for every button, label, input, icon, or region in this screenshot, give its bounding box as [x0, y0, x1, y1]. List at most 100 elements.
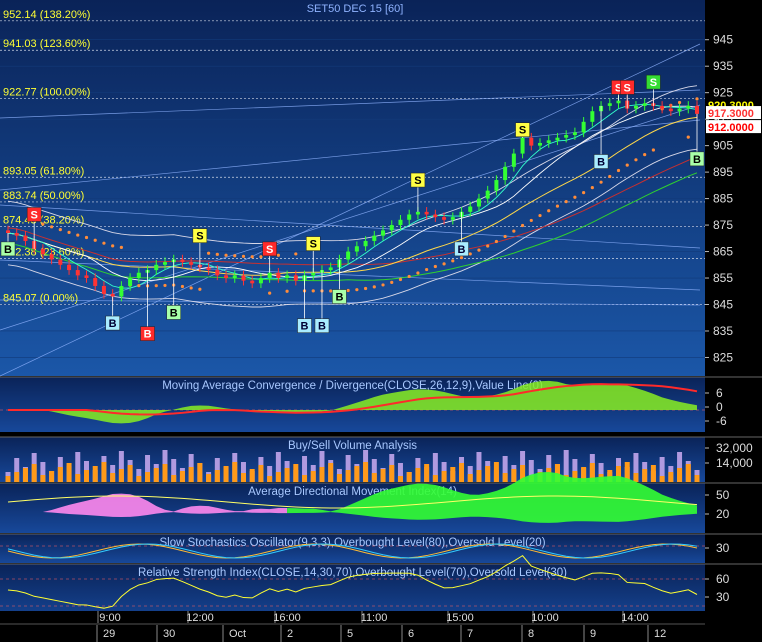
- signal-label: S: [519, 125, 526, 137]
- x-date-label: 12: [654, 628, 666, 640]
- volume-sell-bar: [450, 467, 456, 482]
- volume-sell-bar: [258, 465, 264, 482]
- chart-canvas[interactable]: 952.14 (138.20%) 941.03 (123.60%) 922.77 (…: [0, 0, 762, 642]
- x-date-label: 30: [163, 628, 175, 640]
- sar-dot: [206, 251, 211, 255]
- sar-dot: [590, 186, 594, 190]
- candle-body: [677, 108, 682, 112]
- sar-dot: [259, 255, 263, 259]
- volume-sell-bar: [432, 475, 438, 482]
- volume-sell-bar: [75, 474, 81, 482]
- candle-body: [119, 285, 124, 297]
- sar-dot: [677, 100, 682, 105]
- volume-sell-bar: [293, 464, 299, 482]
- candle-body: [58, 259, 63, 265]
- panel-tick-label: -6: [716, 414, 727, 428]
- volume-sell-bar: [136, 476, 142, 482]
- volume-sell-bar: [397, 476, 403, 482]
- sar-dot: [363, 286, 368, 291]
- candle-body: [162, 262, 167, 265]
- x-time-label: 9:00: [99, 612, 120, 624]
- sar-dot: [111, 244, 115, 248]
- volume-sell-bar: [310, 471, 316, 482]
- candle-body: [616, 100, 621, 104]
- x-time-label: 16:00: [273, 612, 301, 624]
- sar-dot: [41, 222, 45, 226]
- sar-dot: [477, 248, 481, 252]
- sar-dot: [634, 158, 638, 162]
- candle-body: [572, 132, 577, 136]
- candle-body: [346, 251, 351, 260]
- candle-body: [206, 267, 211, 271]
- x-date-label: 2: [287, 628, 293, 640]
- y-tick-label: 905: [713, 139, 733, 153]
- volume-sell-bar: [677, 468, 683, 482]
- signal-label: B: [301, 321, 309, 333]
- sar-dot: [573, 195, 577, 199]
- sar-dot: [381, 283, 385, 287]
- sar-dot: [695, 97, 699, 101]
- candle-body: [75, 270, 80, 276]
- candle-body: [224, 275, 229, 279]
- candle-body: [590, 111, 595, 122]
- sar-dot: [468, 252, 472, 256]
- sar-dot: [416, 271, 420, 275]
- candle-body: [136, 272, 141, 279]
- candle-body: [180, 259, 185, 263]
- volume-sell-bar: [49, 471, 55, 482]
- fib-level-label: 893.05 (61.80%): [3, 165, 84, 177]
- volume-sell-bar: [694, 475, 700, 482]
- panel-tick-label: 50: [716, 488, 730, 502]
- sar-dot: [93, 238, 97, 242]
- sar-dot: [250, 255, 254, 259]
- candle-body: [49, 254, 54, 260]
- vol-title: Buy/Sell Volume Analysis: [288, 440, 417, 452]
- signal-label: S: [30, 209, 37, 221]
- candle-body: [14, 233, 19, 236]
- signal-label: B: [109, 318, 117, 330]
- volume-sell-bar: [223, 466, 229, 482]
- volume-sell-bar: [275, 472, 281, 482]
- y-tick-label: 925: [713, 86, 733, 100]
- sar-dot: [390, 280, 394, 284]
- y-tick-label: 855: [713, 271, 733, 285]
- candle-body: [110, 293, 115, 297]
- sar-dot: [355, 288, 359, 292]
- sar-dot: [494, 239, 499, 244]
- volume-sell-bar: [240, 473, 246, 482]
- sar-dot: [50, 225, 54, 229]
- volume-sell-bar: [354, 466, 360, 482]
- volume-sell-bar: [206, 474, 212, 482]
- sar-dot: [625, 163, 629, 167]
- volume-sell-bar: [319, 467, 325, 482]
- volume-sell-bar: [685, 464, 691, 482]
- volume-sell-bar: [145, 472, 151, 482]
- chart-title: SET50 DEC 15 [60]: [307, 3, 404, 15]
- sar-dot: [224, 253, 228, 257]
- candle-body: [293, 275, 298, 281]
- sar-dot: [582, 191, 586, 195]
- candle-body: [442, 217, 447, 220]
- volume-sell-bar: [5, 476, 11, 482]
- x-time-label: 10:00: [531, 612, 559, 624]
- sar-dot: [529, 218, 533, 223]
- sar-dot: [154, 284, 158, 288]
- volume-sell-bar: [345, 470, 351, 482]
- volume-sell-bar: [659, 476, 665, 482]
- candle-body: [607, 103, 612, 106]
- sar-dot: [538, 213, 542, 218]
- y-tick-label: 945: [713, 33, 733, 47]
- volume-sell-bar: [363, 462, 369, 482]
- volume-sell-bar: [284, 468, 290, 482]
- candle-body: [381, 230, 386, 236]
- candle-body: [398, 219, 403, 226]
- x-date-label: 8: [528, 628, 534, 640]
- sar-dot: [285, 289, 289, 293]
- sar-dot: [241, 254, 246, 258]
- x-date-label: 7: [467, 628, 473, 640]
- x-time-label: 15:00: [446, 612, 474, 624]
- volume-sell-bar: [179, 471, 185, 482]
- candle-body: [538, 142, 543, 146]
- volume-sell-bar: [459, 463, 465, 482]
- volume-sell-bar: [101, 462, 107, 482]
